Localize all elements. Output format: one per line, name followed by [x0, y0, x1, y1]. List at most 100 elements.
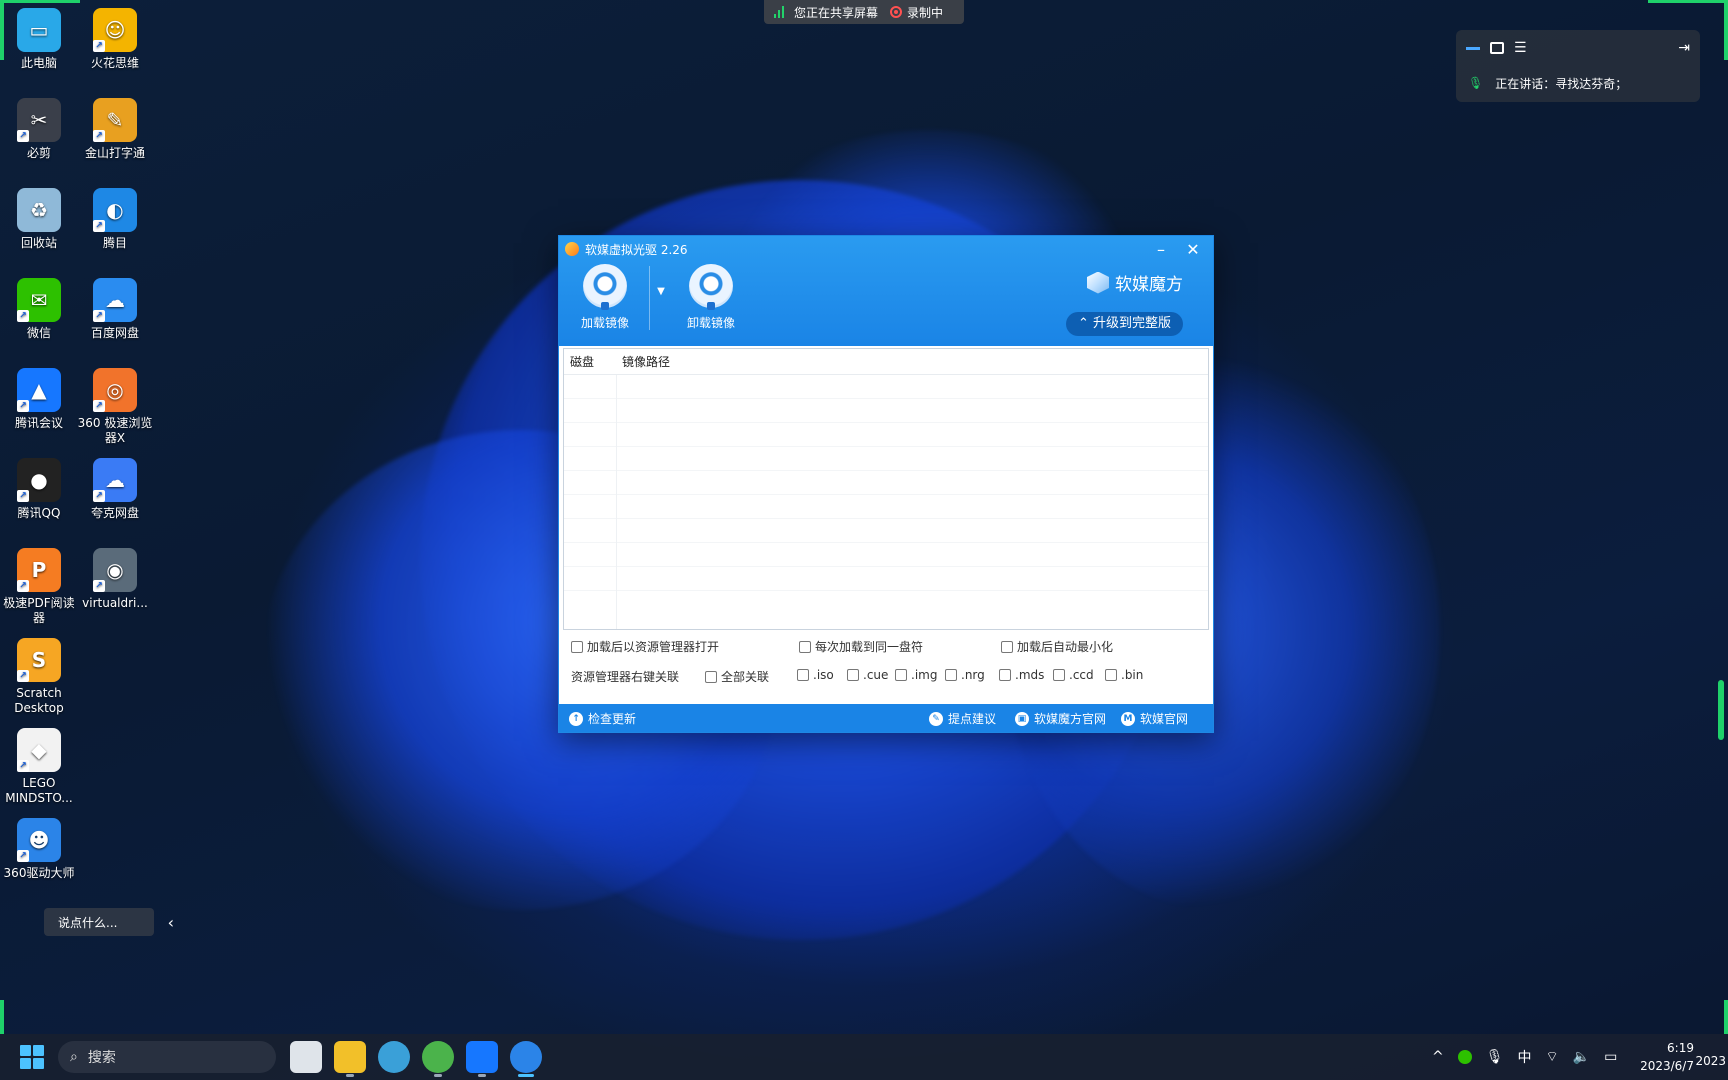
checkbox[interactable] — [945, 669, 957, 681]
disc-unmount-icon — [689, 264, 733, 310]
window-icon[interactable] — [1490, 42, 1504, 54]
window-toolbar: 软媒虚拟光驱 2.26 – ✕ 加载镜像 ▼ 卸载镜像 软媒魔方 ⌃ 升级到完整… — [559, 236, 1213, 346]
desktop-icon-quark-netdisk[interactable]: ☁ ↗ 夸克网盘 — [76, 458, 154, 521]
list-row — [564, 471, 1208, 495]
taskbar: ⌕ 搜索 ^ 🎙 中 ⌔ 🔈 ▭ 6:19 2023/6/7 2023 — [0, 1034, 1728, 1080]
system-tray: ^ 🎙 中 ⌔ 🔈 ▭ — [1432, 1034, 1617, 1080]
checkbox[interactable] — [1053, 669, 1065, 681]
window-title-bar[interactable]: 软媒虚拟光驱 2.26 — [565, 240, 688, 258]
ruanmei-site-link[interactable]: M 软媒官网 — [1121, 710, 1188, 727]
desktop-icon-huohua[interactable]: ☺ ↗ 火花思维 — [76, 8, 154, 71]
checkbox[interactable] — [847, 669, 859, 681]
option-label: .mds — [1015, 668, 1045, 682]
desktop-icon-lego-mindstorms[interactable]: ◆ ↗ LEGO MINDSTO... — [0, 728, 78, 806]
unmount-label: 卸载镜像 — [686, 316, 735, 330]
column-disk[interactable]: 磁盘 — [564, 353, 616, 370]
minimize-icon[interactable] — [1466, 46, 1480, 50]
ext-bin-option[interactable]: .bin — [1105, 668, 1143, 682]
virtual-drive-taskbar-icon[interactable] — [510, 1041, 542, 1077]
checkbox[interactable] — [571, 640, 583, 653]
pen-icon: ✎ — [929, 711, 943, 726]
battery-icon[interactable]: ▭ — [1604, 1049, 1617, 1065]
wifi-icon[interactable]: ⌔ — [1546, 1048, 1559, 1066]
task-view-icon[interactable] — [290, 1041, 322, 1073]
start-button[interactable] — [20, 1045, 44, 1069]
clock-time: 6:19 — [1667, 1041, 1694, 1055]
desktop-icon-pdf-reader[interactable]: P ↗ 极速PDF阅读器 — [0, 548, 78, 626]
desktop-icon-qq[interactable]: ● ↗ 腾讯QQ — [0, 458, 78, 521]
virtualdrive-icon: ◉ ↗ — [93, 548, 137, 592]
checkbox[interactable] — [799, 640, 811, 653]
360-icon[interactable] — [422, 1041, 454, 1077]
volume-icon[interactable]: 🔈 — [1573, 1049, 1590, 1065]
checkbox[interactable] — [705, 670, 717, 683]
mounted-images-list[interactable]: 磁盘 镜像路径 — [563, 348, 1209, 630]
desktop-icon-jinshan-typing[interactable]: ✎ ↗ 金山打字通 — [76, 98, 154, 161]
clock[interactable]: 6:19 2023/6/7 — [1640, 1039, 1694, 1075]
desktop-icon-label: 腾目 — [102, 236, 127, 250]
desktop-icon-virtualdrive[interactable]: ◉ ↗ virtualdri... — [76, 548, 154, 611]
record-icon — [890, 6, 903, 18]
recording-corner — [1724, 0, 1728, 60]
close-button[interactable]: ✕ — [1177, 238, 1209, 260]
chat-input-pill[interactable]: 说点什么... ‹ — [44, 908, 174, 936]
option-label: 每次加载到同一盘符 — [815, 640, 924, 654]
checkbox[interactable] — [999, 669, 1011, 681]
open-explorer-option[interactable]: 加载后以资源管理器打开 — [571, 638, 719, 655]
checkbox[interactable] — [1001, 640, 1013, 653]
desktop-icon-recycle-bin[interactable]: ♻ 回收站 — [0, 188, 78, 251]
desktop-icon-tengmu[interactable]: ◐ ↗ 腾目 — [76, 188, 154, 251]
ext-nrg-option[interactable]: .nrg — [945, 668, 985, 682]
checkbox[interactable] — [1105, 669, 1117, 681]
column-image-path[interactable]: 镜像路径 — [616, 353, 670, 370]
desktop-icon-this-pc[interactable]: ▭ 此电脑 — [0, 8, 78, 71]
chevron-left-icon[interactable]: ‹ — [168, 913, 174, 932]
microphone-icon[interactable]: 🎙 — [1486, 1049, 1504, 1065]
tencent-meeting-taskbar-icon[interactable] — [466, 1041, 498, 1077]
feedback-link[interactable]: ✎ 提点建议 — [929, 710, 996, 727]
desktop-icon-baidu-netdisk[interactable]: ☁ ↗ 百度网盘 — [76, 278, 154, 341]
cube-icon — [1087, 271, 1109, 294]
checkbox[interactable] — [797, 669, 809, 681]
same-drive-option[interactable]: 每次加载到同一盘符 — [799, 638, 923, 655]
mount-image-button[interactable]: 加载镜像 — [569, 264, 641, 331]
minimize-button[interactable]: – — [1145, 238, 1177, 260]
window-title: 软媒虚拟光驱 2.26 — [585, 242, 688, 257]
file-explorer-icon[interactable] — [334, 1041, 366, 1077]
option-label: 全部关联 — [721, 670, 770, 684]
ext-img-option[interactable]: .img — [895, 668, 937, 682]
mount-dropdown-chevron-icon[interactable]: ▼ — [649, 286, 673, 300]
meeting-widget[interactable]: ☰ ⇥ 🎙 正在讲话：寻找达芬奇； — [1456, 30, 1700, 102]
brand-logo: 软媒魔方 — [1087, 270, 1183, 295]
recycle-bin-icon: ♻ — [17, 188, 61, 232]
taskbar-search[interactable]: ⌕ 搜索 — [58, 1041, 276, 1073]
collapse-icon[interactable]: ⇥ — [1678, 40, 1690, 56]
unmount-image-button[interactable]: 卸载镜像 — [675, 264, 747, 331]
shortcut-arrow-icon: ↗ — [93, 400, 105, 412]
side-scroll-indicator[interactable] — [1718, 680, 1724, 740]
check-update-link[interactable]: ↑ 检查更新 — [569, 710, 636, 727]
ext-iso-option[interactable]: .iso — [797, 668, 834, 682]
ext-ccd-option[interactable]: .ccd — [1053, 668, 1094, 682]
desktop-icon-bijian[interactable]: ✂ ↗ 必剪 — [0, 98, 78, 161]
rmmf-site-link[interactable]: ▣ 软媒魔方官网 — [1015, 710, 1106, 727]
desktop-icon-tencent-meeting[interactable]: ▲ ↗ 腾讯会议 — [0, 368, 78, 431]
ime-indicator[interactable]: 中 — [1518, 1047, 1532, 1067]
mount-label: 加载镜像 — [580, 316, 629, 330]
screen-share-bar[interactable]: 您正在共享屏幕 录制中 — [764, 0, 964, 24]
chevron-up-icon[interactable]: ^ — [1432, 1049, 1444, 1065]
desktop-icon-scratch[interactable]: S ↗ Scratch Desktop — [0, 638, 78, 716]
checkbox[interactable] — [895, 669, 907, 681]
desktop-icon-360-browser[interactable]: ◎ ↗ 360 极速浏览器X — [76, 368, 154, 446]
list-icon[interactable]: ☰ — [1514, 40, 1527, 56]
shortcut-arrow-icon: ↗ — [93, 490, 105, 502]
auto-minimize-option[interactable]: 加载后自动最小化 — [1001, 638, 1113, 655]
ext-cue-option[interactable]: .cue — [847, 668, 888, 682]
tray-app-icon[interactable] — [1457, 1050, 1472, 1064]
desktop-icon-360-driver[interactable]: ☻ ↗ 360驱动大师 — [0, 818, 78, 881]
browser-icon[interactable] — [378, 1041, 410, 1073]
upgrade-button[interactable]: ⌃ 升级到完整版 — [1065, 312, 1183, 336]
assoc-all-option[interactable]: 全部关联 — [705, 668, 769, 685]
ext-mds-option[interactable]: .mds — [999, 668, 1044, 682]
desktop-icon-wechat[interactable]: ✉ ↗ 微信 — [0, 278, 78, 341]
